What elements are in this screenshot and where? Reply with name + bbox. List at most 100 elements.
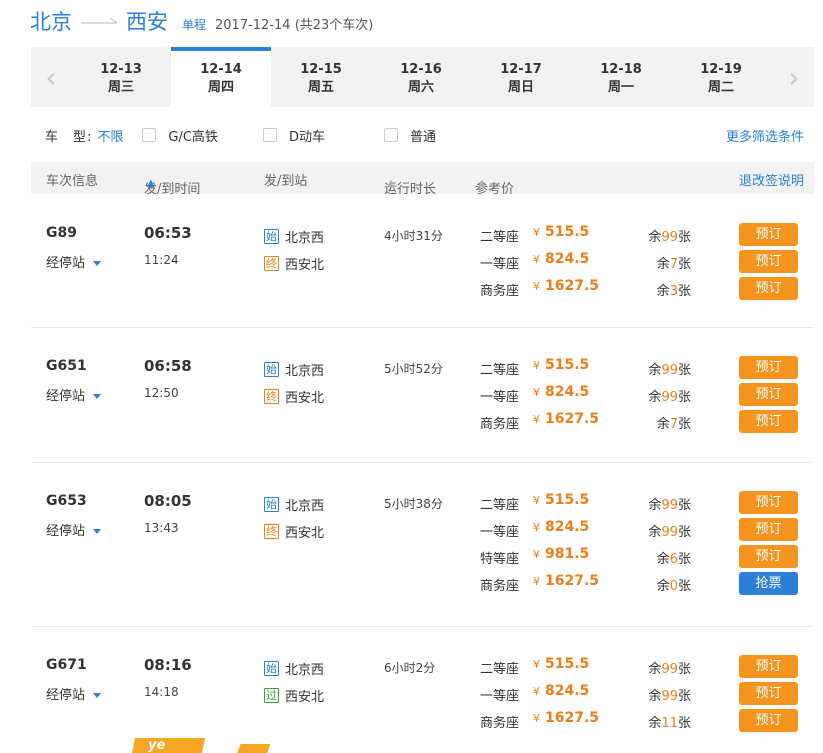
book-button[interactable]: 预订 [739, 356, 798, 379]
seat-class: 一等座 [480, 689, 520, 704]
date-tab-date: 12-15 [300, 62, 342, 77]
train-number[interactable]: G651 [46, 358, 87, 374]
seat-class: 一等座 [480, 525, 520, 540]
tickets-left-prefix: 余 [656, 552, 670, 567]
seat-price-value: 1627.5 [545, 710, 600, 726]
col-train: 车次信息 [46, 174, 99, 189]
date-tab-date: 12-19 [700, 62, 742, 77]
yen-icon: ¥ [533, 359, 540, 372]
grab-ticket-button[interactable]: 抢票 [739, 572, 798, 595]
filter-emu[interactable]: D动车 [262, 126, 325, 145]
seat-class: 商务座 [480, 579, 520, 594]
tickets-left-suffix: 张 [677, 579, 691, 594]
seat-price: ¥515.5 [533, 492, 589, 508]
from-station: 始北京西 [264, 495, 324, 514]
date-tab[interactable]: 12-16 周六 [371, 47, 471, 107]
route-arrow-icon [81, 15, 117, 25]
more-filters-link[interactable]: 更多筛选条件 [726, 126, 804, 145]
book-button[interactable]: 预订 [739, 223, 798, 246]
seat-price-value: 1627.5 [545, 278, 600, 294]
refund-rules-link[interactable]: 退改签说明 [739, 170, 804, 189]
date-tab[interactable]: 12-18 周一 [571, 47, 671, 107]
seat-option: 商务座 ¥1627.5 余0张 抢票 [480, 572, 820, 595]
filter-normal[interactable]: 普通 [383, 126, 436, 145]
sort-arrow-icon[interactable]: ▲ [478, 178, 486, 189]
book-button[interactable]: 预订 [739, 682, 798, 705]
chevron-right-icon[interactable]: › [774, 47, 814, 107]
seat-option: 商务座 ¥1627.5 余11张 预订 [480, 709, 820, 732]
yen-icon: ¥ [533, 712, 540, 725]
seat-option: 商务座 ¥1627.5 余7张 预订 [480, 410, 820, 433]
filter-normal-label: 普通 [409, 129, 436, 145]
tickets-left: 余0张 [657, 575, 691, 594]
sort-arrow-icon[interactable]: ▲ [387, 178, 395, 189]
sort-arrow-icon[interactable]: ▲ [147, 178, 155, 189]
book-button[interactable]: 预订 [739, 277, 798, 300]
to-station-name: 西安北 [285, 258, 325, 273]
from-station-name: 北京西 [285, 364, 325, 379]
trip-date-summary: 2017-12-14 (共23个车次) [215, 18, 374, 33]
date-tab[interactable]: 12-17 周日 [471, 47, 571, 107]
tickets-left-prefix: 余 [656, 417, 670, 432]
filter-any[interactable]: 不限 [97, 126, 123, 145]
train-row: G89 经停站 06:53 11:24 始北京西终西安北 4小时31分 二等座 ¥515.5 余… [31, 195, 814, 328]
seat-class: 一等座 [480, 390, 520, 405]
stops-label: 经停站 [46, 688, 86, 703]
date-tab-weekday: 周五 [307, 80, 334, 95]
date-tab[interactable]: 12-13 周三 [71, 47, 171, 107]
to-station-name: 西安北 [285, 391, 325, 406]
origin-tag: 始 [264, 661, 279, 676]
book-button[interactable]: 预订 [739, 250, 798, 273]
stops-toggle[interactable]: 经停站 [46, 252, 102, 271]
seat-price-value: 1627.5 [545, 573, 600, 589]
tickets-left-count: 99 [661, 662, 678, 677]
tickets-left: 余6张 [657, 548, 691, 567]
tickets-left-prefix: 余 [648, 230, 662, 245]
seat-price-value: 824.5 [545, 683, 590, 699]
book-button[interactable]: 预订 [739, 655, 798, 678]
book-button[interactable]: 预订 [739, 518, 798, 541]
from-city: 北京 [30, 10, 72, 34]
destination-tag: 终 [264, 524, 279, 539]
col-station: 发/到站 [264, 174, 308, 189]
destination-tag: 终 [264, 389, 279, 404]
train-number[interactable]: G653 [46, 493, 87, 509]
promo-text: ye [148, 738, 166, 753]
seat-price: ¥1627.5 [533, 710, 599, 726]
book-button[interactable]: 预订 [739, 491, 798, 514]
book-button[interactable]: 预订 [739, 545, 798, 568]
tickets-left-suffix: 张 [677, 662, 691, 677]
tickets-left-suffix: 张 [677, 390, 691, 405]
tickets-left-count: 7 [669, 417, 678, 432]
from-station: 始北京西 [264, 360, 324, 379]
duration: 6小时2分 [384, 661, 436, 675]
filter-highspeed[interactable]: G/C高铁 [142, 126, 218, 145]
train-row: G671 经停站 08:16 14:18 始北京西过西安北 6小时2分 二等座 ¥515.5 余… [31, 627, 814, 753]
seat-price-value: 515.5 [545, 492, 590, 508]
promo-banner[interactable] [130, 738, 206, 753]
origin-tag: 始 [264, 497, 279, 512]
train-number[interactable]: G671 [46, 657, 87, 673]
stops-toggle[interactable]: 经停站 [46, 684, 102, 703]
checkbox[interactable] [142, 128, 157, 142]
stops-toggle[interactable]: 经停站 [46, 520, 102, 539]
book-button[interactable]: 预订 [739, 410, 798, 433]
date-tab[interactable]: 12-14 周四 [171, 47, 271, 108]
book-button[interactable]: 预订 [739, 383, 798, 406]
trip-type[interactable]: 单程 [182, 16, 206, 33]
book-button[interactable]: 预订 [739, 709, 798, 732]
stops-toggle[interactable]: 经停站 [46, 385, 102, 404]
filter-emu-label: D动车 [288, 129, 325, 145]
tickets-left: 余3张 [657, 280, 691, 299]
train-number[interactable]: G89 [46, 225, 77, 241]
checkbox[interactable] [262, 128, 277, 142]
date-tab[interactable]: 12-15 周五 [271, 47, 371, 107]
chevron-left-icon[interactable]: ‹ [31, 47, 71, 107]
to-station: 终西安北 [264, 254, 324, 273]
seat-price-value: 515.5 [545, 357, 590, 373]
date-tab[interactable]: 12-19 周二 [671, 47, 771, 107]
checkbox[interactable] [383, 128, 398, 142]
seat-price: ¥515.5 [533, 656, 589, 672]
date-tab-weekday: 周二 [707, 80, 734, 95]
tickets-left-prefix: 余 [656, 284, 670, 299]
